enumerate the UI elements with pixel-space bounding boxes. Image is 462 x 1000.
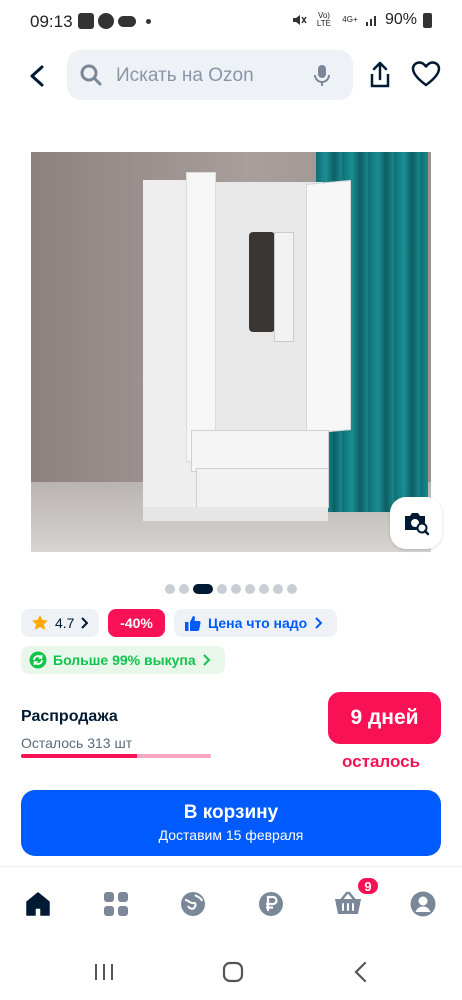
mute-icon: [292, 15, 307, 25]
more-notifications-dot: [146, 18, 151, 24]
pagination-dot[interactable]: [259, 584, 269, 594]
stock-progress-bar: [21, 754, 211, 758]
status-time: 09:13: [30, 12, 73, 31]
search-bar[interactable]: Искать на Ozon: [67, 50, 353, 100]
profile-icon: [410, 891, 436, 917]
product-image[interactable]: [31, 152, 431, 552]
wardrobe-base: [143, 507, 328, 521]
days-left-badge: 9 дней: [328, 692, 441, 744]
star-icon: [32, 615, 48, 630]
rating-value: 4.7: [55, 615, 75, 631]
home-icon: [26, 892, 50, 916]
microphone-icon[interactable]: [313, 64, 331, 88]
pagination-dot[interactable]: [193, 584, 213, 594]
days-value: 9 дней: [350, 706, 419, 729]
system-icons: Vo) LTE 4G+ 90%: [291, 11, 432, 29]
wardrobe-drawer-top: [191, 430, 329, 472]
battery-icon: [423, 12, 432, 28]
share-button[interactable]: [366, 60, 394, 90]
system-navigation-bar: [0, 940, 462, 1000]
stock-left: Осталось 313 шт: [21, 735, 133, 751]
catalog-icon: [104, 892, 128, 916]
rating-chip[interactable]: 4.7: [21, 609, 99, 637]
sale-title: Распродажа: [21, 708, 118, 725]
network-label: 4G+: [342, 15, 358, 24]
battery-level: 90%: [384, 11, 417, 28]
pagination-dot[interactable]: [165, 584, 175, 594]
pagination-dot[interactable]: [231, 584, 241, 594]
stock-progress-fill: [21, 754, 137, 758]
visual-search-button[interactable]: [390, 497, 442, 549]
fresh-icon: [181, 892, 205, 916]
wardrobe-drawer-bottom: [196, 468, 329, 508]
share-icon: [370, 61, 390, 88]
gallery-notification-icon: [78, 13, 94, 29]
pagination-dot[interactable]: [217, 584, 227, 594]
status-bar: 09:13 Vo) LTE 4G+ 90%: [0, 0, 462, 44]
search-icon: [80, 64, 102, 86]
nav-profile[interactable]: [406, 887, 440, 921]
chevron-right-icon: [81, 617, 89, 629]
nav-fresh[interactable]: [176, 887, 210, 921]
hanging-coat: [249, 232, 275, 332]
pagination-dot[interactable]: [245, 584, 255, 594]
notification-icons: [78, 13, 151, 29]
nav-home[interactable]: [21, 887, 55, 921]
cloud-notification-icon: [118, 15, 136, 27]
recent-apps-button[interactable]: [92, 962, 116, 982]
back-button[interactable]: [20, 58, 54, 94]
chevron-left-icon: [30, 65, 44, 87]
chevron-right-icon: [202, 654, 210, 666]
discount-value: -40%: [120, 615, 153, 631]
back-system-button[interactable]: [353, 961, 369, 983]
pagination-dot[interactable]: [273, 584, 283, 594]
discount-badge: -40%: [108, 609, 165, 637]
refresh-circle-icon: [29, 651, 47, 669]
add-to-cart-button[interactable]: В корзину Доставим 15 февраля: [21, 790, 441, 856]
signal-icon: [365, 16, 376, 26]
buyout-chip[interactable]: Больше 99% выкупа: [21, 646, 225, 674]
delivery-date: Доставим 15 февраля: [158, 827, 304, 843]
cart-count-badge: 9: [356, 876, 380, 896]
search-placeholder: Искать на Ozon: [116, 65, 254, 86]
wardrobe-right-door: [306, 180, 351, 434]
favorite-button[interactable]: [411, 60, 441, 90]
thumbs-up-icon: [185, 615, 201, 631]
hanging-shirt: [274, 232, 294, 342]
nav-points[interactable]: [254, 887, 288, 921]
pagination-dot[interactable]: [287, 584, 297, 594]
ruble-icon: [259, 892, 283, 916]
buyout-label: Больше 99% выкупа: [53, 652, 196, 668]
home-system-button[interactable]: [222, 961, 244, 983]
whatsapp-notification-icon: [98, 13, 114, 29]
good-price-chip[interactable]: Цена что надо: [174, 609, 337, 637]
add-to-cart-label: В корзину: [183, 802, 279, 823]
nav-catalog[interactable]: [99, 887, 133, 921]
bottom-navigation: 9: [0, 866, 462, 940]
camera-search-icon: [405, 513, 430, 536]
heart-icon: [411, 61, 441, 87]
good-price-label: Цена что надо: [208, 615, 308, 631]
cart-icon: [335, 891, 361, 914]
wardrobe-left-door: [186, 172, 216, 462]
days-left-caption: осталось: [342, 752, 421, 771]
gallery-pagination[interactable]: [165, 584, 297, 594]
chevron-right-icon: [315, 617, 323, 629]
pagination-dot[interactable]: [179, 584, 189, 594]
volte-label: Vo) LTE: [316, 11, 331, 28]
